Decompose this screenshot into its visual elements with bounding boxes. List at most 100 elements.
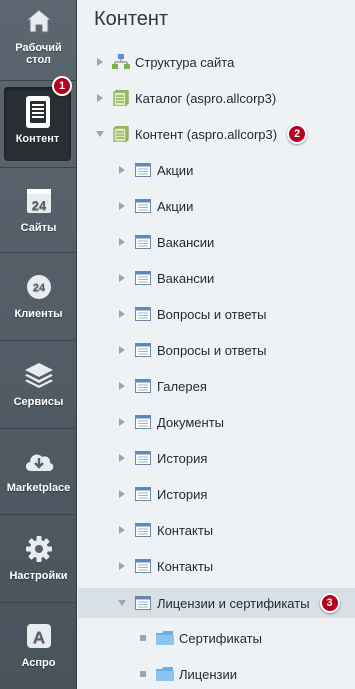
tree-item-label: Контакты <box>157 522 214 538</box>
tree-item[interactable]: Лицензии <box>78 660 355 688</box>
home-icon <box>22 4 56 38</box>
iblock-icon <box>134 198 152 214</box>
iblock-icon <box>134 162 152 178</box>
tree-item-label: История <box>157 450 208 466</box>
sidebar-item-label: Сайты <box>20 222 57 234</box>
gear-icon <box>22 532 56 566</box>
tree-item[interactable]: Документы <box>78 408 355 436</box>
folder-icon <box>156 630 174 646</box>
expand-arrow-icon[interactable] <box>96 94 104 102</box>
tree-item-label: Контакты <box>157 558 214 574</box>
step-badge-3: 3 <box>319 593 340 613</box>
sidebar-item-label: Сервисы <box>13 396 64 408</box>
expand-arrow-icon[interactable] <box>96 58 104 66</box>
iblock-icon <box>134 342 152 358</box>
aspro-a-icon: A <box>22 619 56 653</box>
iblock-icon <box>134 522 152 538</box>
expand-arrow-icon[interactable] <box>118 310 126 318</box>
bullet-icon <box>140 671 146 677</box>
content-panel: Контент Структура сайта Каталог (aspro.a… <box>78 0 355 689</box>
cloud-download-icon <box>22 444 56 478</box>
svg-text:24: 24 <box>32 282 45 294</box>
expand-arrow-icon[interactable] <box>118 562 126 570</box>
tree-item[interactable]: Контент (aspro.allcorp3) 2 <box>78 120 355 148</box>
expand-arrow-icon[interactable] <box>118 490 126 498</box>
tree-item-label: Каталог (aspro.allcorp3) <box>135 90 277 106</box>
step-badge-1: 1 <box>52 76 72 96</box>
sidebar-item-label: Клиенты <box>14 308 63 320</box>
collapse-arrow-icon[interactable] <box>96 130 104 138</box>
expand-arrow-icon[interactable] <box>118 382 126 390</box>
tree-item-label: Вопросы и ответы <box>157 306 267 322</box>
layers-icon <box>22 358 56 392</box>
sidebar-item-aspro[interactable]: A Аспро <box>0 619 77 679</box>
iblock-icon <box>134 558 152 574</box>
tree-item-label: Документы <box>157 414 225 430</box>
sidebar-item-label: Контент <box>15 133 60 145</box>
expand-arrow-icon[interactable] <box>118 454 126 462</box>
svg-text:24: 24 <box>31 198 46 213</box>
clients-24-icon: 24 <box>22 270 56 304</box>
iblock-icon <box>134 378 152 394</box>
bullet-icon <box>140 635 146 641</box>
tree-item-label: Лицензии <box>179 666 237 682</box>
document-icon <box>21 95 55 129</box>
site-structure-icon <box>112 54 130 70</box>
sidebar-item-content[interactable]: Контент <box>4 87 71 161</box>
tree-item-label: История <box>157 486 208 502</box>
expand-arrow-icon[interactable] <box>118 202 126 210</box>
calendar-24-icon: 24 <box>22 184 56 218</box>
tree-item[interactable]: Контакты <box>78 516 355 544</box>
iblock-icon <box>134 486 152 502</box>
iblock-icon <box>134 450 152 466</box>
expand-arrow-icon[interactable] <box>118 346 126 354</box>
tree-item[interactable]: Вакансии <box>78 228 355 256</box>
tree-item-label: Структура сайта <box>135 54 235 70</box>
folder-icon <box>156 666 174 682</box>
collapse-arrow-icon[interactable] <box>118 599 126 607</box>
expand-arrow-icon[interactable] <box>118 238 126 246</box>
tree-item-label: Сертификаты <box>179 630 262 646</box>
catalog-icon <box>112 126 130 142</box>
sidebar-item-sites[interactable]: 24 Сайты <box>0 184 77 244</box>
tree-item[interactable]: Галерея <box>78 372 355 400</box>
tree-item[interactable]: Вакансии <box>78 264 355 292</box>
sidebar-item-label: Аспро <box>21 657 56 669</box>
sidebar-item-clients[interactable]: 24 Клиенты <box>0 270 77 330</box>
left-sidebar: Рабочий стол Контент 1 24 Сайты 24 Клиен… <box>0 0 77 689</box>
expand-arrow-icon[interactable] <box>118 526 126 534</box>
sidebar-item-marketplace[interactable]: Marketplace <box>0 444 77 504</box>
expand-arrow-icon[interactable] <box>118 166 126 174</box>
sidebar-item-label: Рабочий стол <box>15 42 62 66</box>
page-title: Контент <box>94 8 169 30</box>
sidebar-item-label: Настройки <box>9 570 68 582</box>
sidebar-item-label: Marketplace <box>6 482 71 494</box>
iblock-icon <box>134 595 152 611</box>
catalog-icon <box>112 90 130 106</box>
sidebar-item-services[interactable]: Сервисы <box>0 358 77 418</box>
tree-item[interactable]: Каталог (aspro.allcorp3) <box>78 84 355 112</box>
iblock-icon <box>134 234 152 250</box>
tree-item[interactable]: Вопросы и ответы <box>78 336 355 364</box>
iblock-icon <box>134 414 152 430</box>
tree-item[interactable]: История <box>78 480 355 508</box>
tree-item-label: Контент (aspro.allcorp3) <box>135 126 278 142</box>
tree-item[interactable]: Лицензии и сертификаты 3 <box>78 588 355 618</box>
iblock-icon <box>134 306 152 322</box>
expand-arrow-icon[interactable] <box>118 274 126 282</box>
expand-arrow-icon[interactable] <box>118 418 126 426</box>
tree-item[interactable]: Сертификаты <box>78 624 355 652</box>
tree-item[interactable]: Вопросы и ответы <box>78 300 355 328</box>
tree-item-label: Галерея <box>157 378 207 394</box>
tree-item[interactable]: Контакты <box>78 552 355 580</box>
step-badge-2: 2 <box>287 124 308 144</box>
tree-item[interactable]: История <box>78 444 355 472</box>
tree-item-label: Лицензии и сертификаты <box>157 595 310 611</box>
tree-item[interactable]: Структура сайта <box>78 48 355 76</box>
tree-item[interactable]: Акции <box>78 192 355 220</box>
sidebar-item-desktop[interactable]: Рабочий стол <box>0 4 77 74</box>
tree-item[interactable]: Акции <box>78 156 355 184</box>
tree-item-label: Вакансии <box>157 234 215 250</box>
tree-item-label: Вакансии <box>157 270 215 286</box>
sidebar-item-settings[interactable]: Настройки <box>0 532 77 592</box>
